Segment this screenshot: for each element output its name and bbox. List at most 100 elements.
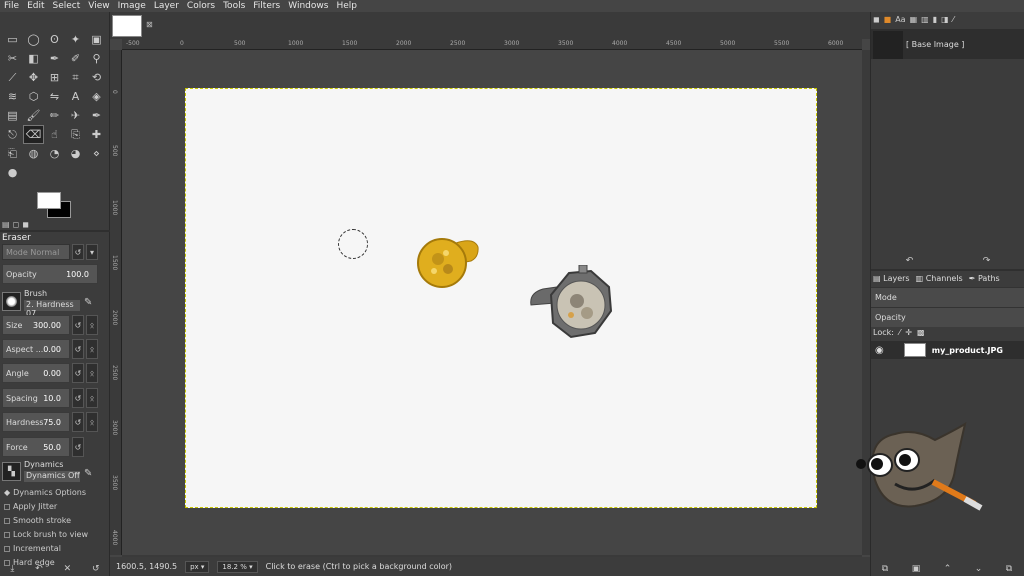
brush-name-field[interactable]: 2. Hardness 07: [24, 300, 80, 318]
image-tab-thumbnail[interactable]: [112, 15, 142, 37]
lock-alpha-icon[interactable]: ▩: [917, 328, 925, 337]
tool-presets-tab-icon[interactable]: ⁄: [953, 15, 954, 24]
checkbox-box[interactable]: [4, 545, 10, 552]
link-size-icon[interactable]: ᛟ: [86, 315, 98, 335]
menu-select[interactable]: Select: [53, 1, 81, 11]
close-icon[interactable]: ⊠: [146, 20, 153, 29]
reset-angle-icon[interactable]: ↺: [72, 363, 84, 383]
reset-size-icon[interactable]: ↺: [72, 315, 84, 335]
base-image-entry[interactable]: [ Base Image ]: [906, 40, 964, 49]
device-status-icon[interactable]: ◻: [13, 220, 20, 229]
images-tab-icon[interactable]: ▥: [921, 15, 929, 24]
menu-tools[interactable]: Tools: [223, 1, 245, 11]
edit-dynamics-icon[interactable]: ✎: [84, 468, 92, 479]
horizontal-ruler[interactable]: -500 0 500 1000 1500 2000 2500 3000 3500 4000 4500…: [122, 39, 862, 50]
scissors-icon[interactable]: ✂: [2, 49, 23, 68]
unified-transform-icon[interactable]: ⟲: [86, 68, 107, 87]
menu-colors[interactable]: Colors: [187, 1, 215, 11]
reset-aspect-icon[interactable]: ↺: [72, 339, 84, 359]
link-spacing-icon[interactable]: ᛟ: [86, 388, 98, 408]
layer-row[interactable]: ◉ my_product.JPG: [871, 341, 1024, 359]
lock-pixels-icon[interactable]: ⁄: [899, 328, 900, 337]
document-history-tab-icon[interactable]: ▦: [910, 15, 918, 24]
warp-icon[interactable]: ≋: [2, 87, 23, 106]
fuzzy-select-icon[interactable]: ✦: [65, 30, 86, 49]
perspective-clone-icon[interactable]: ⎗: [2, 144, 23, 163]
paintbrush-icon[interactable]: 🖌: [23, 106, 44, 125]
angle-slider[interactable]: Angle 0.00: [2, 363, 70, 383]
zoom-icon[interactable]: ⚲: [86, 49, 107, 68]
reset-spacing-icon[interactable]: ↺: [72, 388, 84, 408]
checkbox-apply-jitter[interactable]: Apply Jitter: [4, 502, 57, 511]
measure-icon[interactable]: ⟋: [2, 68, 23, 87]
lock-position-icon[interactable]: ✛: [905, 328, 912, 337]
delete-options-icon[interactable]: ✕: [64, 564, 72, 574]
tool-options-tab-icon[interactable]: ▤: [2, 220, 10, 229]
pencil-icon[interactable]: ✏: [44, 106, 65, 125]
edit-brush-icon[interactable]: ✎: [84, 297, 92, 308]
new-layer-icon[interactable]: ⧉: [882, 564, 888, 574]
tab-paths[interactable]: ✒ Paths: [969, 274, 1000, 283]
new-layer-group-icon[interactable]: ▣: [912, 564, 921, 574]
gradient-icon[interactable]: ▤: [2, 106, 23, 125]
canvas[interactable]: [122, 50, 862, 555]
menu-filters[interactable]: Filters: [253, 1, 280, 11]
opacity-slider[interactable]: Opacity 100.0: [2, 264, 98, 284]
checkbox-box[interactable]: [4, 531, 10, 538]
foreground-select-icon[interactable]: ◧: [23, 49, 44, 68]
smudge-icon[interactable]: ☝: [44, 125, 65, 144]
checkbox-box[interactable]: [4, 517, 10, 524]
aspect-slider[interactable]: Aspect ... 0.00: [2, 339, 70, 359]
brushes-tab-icon[interactable]: ◼: [873, 15, 880, 24]
color-swatch-icon[interactable]: ●: [2, 163, 23, 182]
reset-options-icon[interactable]: ↺: [92, 564, 100, 574]
rect-select-icon[interactable]: ▭: [2, 30, 23, 49]
ellipse-select-icon[interactable]: ◯: [23, 30, 44, 49]
burn-icon[interactable]: ◕: [65, 144, 86, 163]
dodge-icon[interactable]: ◔: [44, 144, 65, 163]
chevron-down-icon[interactable]: ▾: [86, 244, 98, 260]
move-icon[interactable]: ✥: [23, 68, 44, 87]
size-slider[interactable]: Size 300.00: [2, 315, 70, 335]
checkbox-box[interactable]: [4, 503, 10, 510]
dynamics-field[interactable]: Dynamics Off: [24, 471, 80, 482]
menu-edit[interactable]: Edit: [27, 1, 44, 11]
reset-force-icon[interactable]: ↺: [72, 437, 84, 457]
fg-bg-colors[interactable]: [37, 192, 73, 222]
duplicate-layer-icon[interactable]: ⧉: [1006, 564, 1012, 574]
menu-file[interactable]: File: [4, 1, 19, 11]
lower-layer-icon[interactable]: ⌄: [975, 564, 983, 574]
raise-layer-icon[interactable]: ⌃: [944, 564, 952, 574]
align-icon[interactable]: ⊞: [44, 68, 65, 87]
restore-options-icon[interactable]: ↶: [35, 564, 43, 574]
redo-icon[interactable]: ↷: [983, 256, 991, 266]
tab-channels[interactable]: ▥ Channels: [916, 274, 963, 283]
undo-history-tab-icon[interactable]: ◨: [941, 15, 949, 24]
clone-icon[interactable]: ⎘: [65, 125, 86, 144]
blur-icon[interactable]: ◍: [23, 144, 44, 163]
menu-layer[interactable]: Layer: [154, 1, 179, 11]
mode-select[interactable]: Mode Normal: [2, 244, 70, 260]
vertical-ruler[interactable]: 0 500 1000 1500 2000 2500 3000 3500 4000: [110, 50, 122, 555]
dynamics-options-expander[interactable]: ◆ Dynamics Options: [4, 488, 86, 497]
heal-icon[interactable]: ✚: [86, 125, 107, 144]
unit-select[interactable]: px ▾: [185, 560, 210, 573]
undo-history-list[interactable]: [ Base Image ]: [871, 29, 1024, 59]
gradients-tab-icon[interactable]: ▮: [933, 15, 937, 24]
tab-layers[interactable]: ▤ Layers: [873, 274, 910, 283]
link-hardness-icon[interactable]: ᛟ: [86, 412, 98, 432]
mypaint-icon[interactable]: ⎋: [2, 125, 23, 144]
checkbox-smooth-stroke[interactable]: Smooth stroke: [4, 516, 71, 525]
undo-history-tab-icon[interactable]: ◼: [22, 220, 29, 229]
save-options-icon[interactable]: ⤓: [10, 564, 14, 574]
menu-help[interactable]: Help: [336, 1, 357, 11]
checkbox-incremental[interactable]: Incremental: [4, 544, 61, 553]
cage-icon[interactable]: ⬡: [23, 87, 44, 106]
force-slider[interactable]: Force 50.0: [2, 437, 70, 457]
zoom-select[interactable]: 18.2 % ▾: [217, 560, 258, 573]
foreground-color-swatch[interactable]: [37, 192, 61, 209]
reset-hardness-icon[interactable]: ↺: [72, 412, 84, 432]
menu-image[interactable]: Image: [118, 1, 146, 11]
link-aspect-icon[interactable]: ᛟ: [86, 339, 98, 359]
dynamics-preview[interactable]: ▚: [2, 462, 21, 481]
